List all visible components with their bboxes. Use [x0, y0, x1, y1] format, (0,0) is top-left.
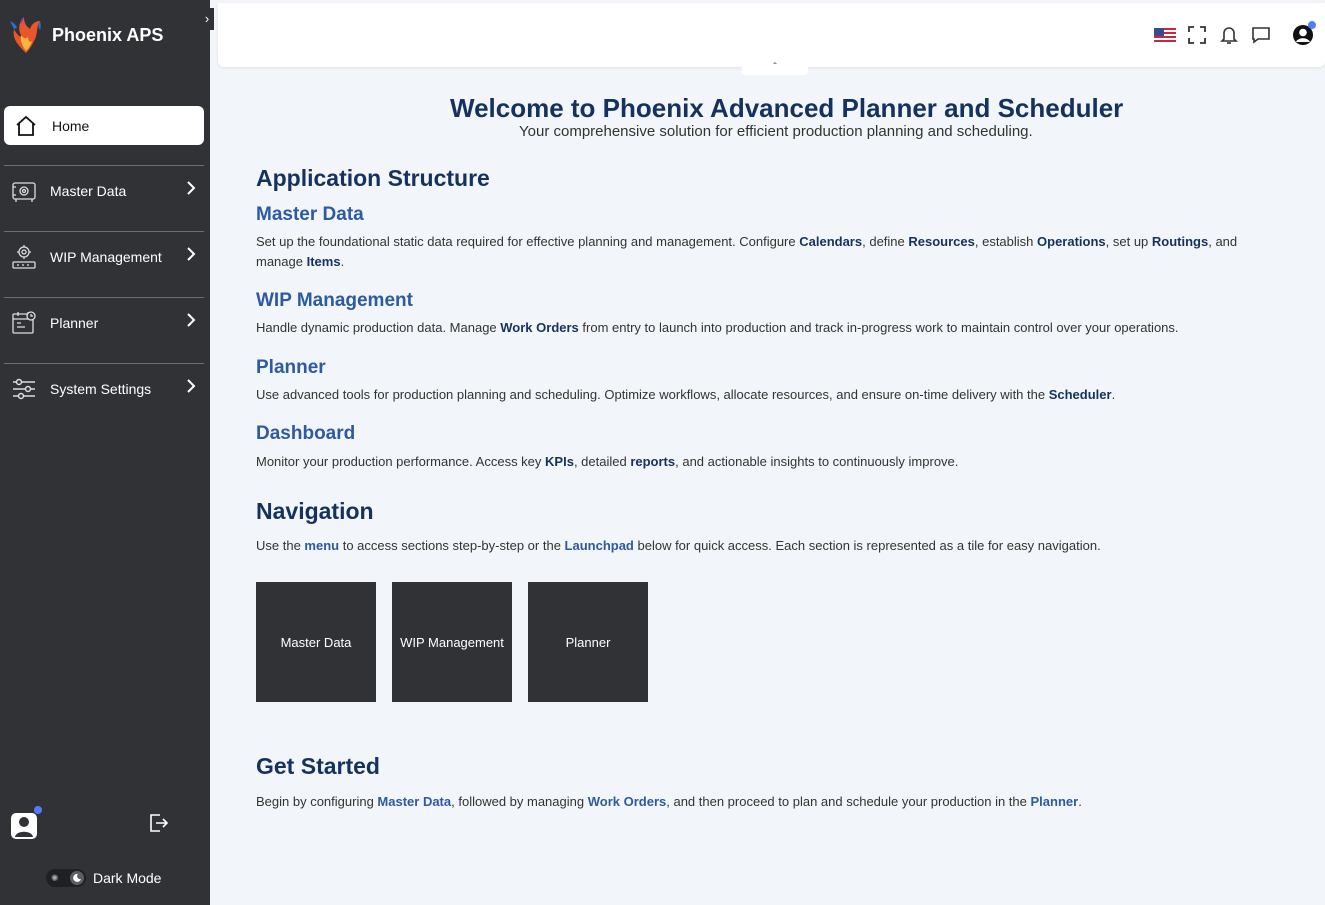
header-user-avatar[interactable] [1292, 21, 1316, 46]
chevron-right-icon [184, 247, 198, 266]
keyword-kpis: KPIs [545, 454, 574, 469]
chat-icon [1252, 27, 1270, 44]
top-bar [218, 3, 1325, 67]
tile-master-data[interactable]: Master Data [256, 582, 376, 702]
text: Handle dynamic production data. Manage [256, 320, 501, 335]
sidebar-item-wip-management[interactable]: WIP Management [4, 231, 204, 281]
dark-mode-toggle[interactable]: ✺ Dark Mode [46, 869, 161, 887]
wip-management-description: Handle dynamic production data. Manage W… [256, 318, 1286, 338]
fullscreen-button[interactable] [1186, 24, 1208, 46]
planner-description: Use advanced tools for production planni… [256, 385, 1286, 405]
chevron-right-icon [184, 379, 198, 398]
keyword-scheduler: Scheduler [1048, 387, 1112, 402]
keyword-work-orders: Work Orders [500, 320, 579, 335]
dark-mode-label: Dark Mode [93, 870, 162, 886]
navigation-heading: Navigation [256, 498, 374, 524]
planner-link[interactable]: Planner [1031, 794, 1079, 809]
master-data-description: Set up the foundational static data requ… [256, 232, 1286, 272]
user-avatar[interactable] [10, 806, 42, 840]
chevron-right-icon [184, 181, 198, 200]
keyword-routings: Routings [1151, 234, 1209, 249]
dashboard-description: Monitor your production performance. Acc… [256, 452, 1286, 472]
text: . [1111, 387, 1116, 402]
text: Begin by configuring [256, 794, 378, 809]
sidebar-item-label: Planner [50, 314, 99, 331]
dashboard-heading: Dashboard [256, 423, 356, 444]
fullscreen-icon [1188, 26, 1206, 44]
text: , define [862, 234, 909, 249]
messages-button[interactable] [1250, 24, 1272, 46]
sidebar-item-label: Master Data [50, 182, 127, 199]
text: . [340, 254, 345, 269]
logout-icon [150, 814, 169, 832]
master-data-icon [10, 177, 38, 205]
keyword-resources: Resources [908, 234, 975, 249]
text: Use the [256, 538, 305, 553]
sidebar-item-planner[interactable]: Planner [4, 297, 204, 347]
sidebar-item-label: WIP Management [50, 248, 162, 265]
text: Use advanced tools for production planni… [256, 387, 1049, 402]
wip-management-icon [10, 243, 38, 271]
text: below for quick access. Each section is … [633, 538, 1101, 553]
menu-link[interactable]: menu [304, 538, 339, 553]
notification-dot [34, 806, 42, 814]
text: to access sections step-by-step or the [339, 538, 565, 553]
get-started-description: Begin by configuring Master Data, follow… [256, 792, 1286, 812]
home-icon [12, 112, 40, 140]
sidebar-collapse-toggle[interactable]: › [200, 8, 214, 30]
text: Monitor your production performance. Acc… [256, 454, 546, 469]
logout-button[interactable] [146, 811, 172, 837]
text: , followed by managing [451, 794, 588, 809]
language-selector[interactable] [1154, 24, 1176, 46]
text: . [1078, 794, 1082, 809]
planner-heading: Planner [256, 357, 326, 378]
notification-dot [1308, 21, 1316, 29]
keyword-items: Items [306, 254, 341, 269]
sidebar-item-home[interactable]: Home [4, 106, 204, 145]
sidebar-item-system-settings[interactable]: System Settings [4, 363, 204, 413]
sidebar: Phoenix APS › Home Master Data WIP Manag… [0, 0, 214, 905]
sidebar-item-label: Home [52, 117, 90, 134]
phoenix-logo-icon [10, 17, 41, 53]
master-data-link[interactable]: Master Data [377, 794, 451, 809]
navigation-description: Use the menu to access sections step-by-… [256, 536, 1286, 556]
sidebar-item-master-data[interactable]: Master Data [4, 165, 204, 215]
text: , set up [1105, 234, 1152, 249]
page-title: Welcome to Phoenix Advanced Planner and … [450, 93, 1124, 123]
text: , detailed [573, 454, 631, 469]
us-flag-icon [1154, 28, 1176, 42]
application-structure-heading: Application Structure [256, 165, 490, 191]
tile-wip-management[interactable]: WIP Management [392, 582, 512, 702]
bell-icon [1220, 27, 1238, 44]
header-collapse-toggle[interactable]: ˆ [742, 63, 808, 75]
text: , establish [974, 234, 1038, 249]
brand[interactable]: Phoenix APS [8, 14, 163, 56]
master-data-heading: Master Data [256, 204, 364, 225]
sun-icon: ✺ [51, 873, 59, 883]
text: Set up the foundational static data requ… [256, 234, 800, 249]
toggle-switch[interactable]: ✺ [46, 869, 86, 887]
text: , and actionable insights to continuousl… [675, 454, 959, 469]
moon-icon [70, 871, 84, 885]
text: , and then proceed to plan and schedule … [666, 794, 1031, 809]
launchpad-link[interactable]: Launchpad [565, 538, 634, 553]
system-settings-icon [10, 375, 38, 403]
keyword-reports: reports [630, 454, 676, 469]
chevron-right-icon [184, 313, 198, 332]
tile-planner[interactable]: Planner [528, 582, 648, 702]
planner-icon [10, 309, 38, 337]
text: from entry to launch into production and… [578, 320, 1179, 335]
notifications-button[interactable] [1218, 24, 1240, 46]
wip-management-heading: WIP Management [256, 290, 413, 311]
work-orders-link[interactable]: Work Orders [588, 794, 667, 809]
keyword-calendars: Calendars [799, 234, 863, 249]
get-started-heading: Get Started [256, 753, 380, 779]
page-subtitle: Your comprehensive solution for efficien… [519, 123, 1033, 140]
sidebar-item-label: System Settings [50, 380, 152, 397]
app-name: Phoenix APS [52, 24, 164, 45]
user-icon [11, 813, 37, 839]
keyword-operations: Operations [1037, 234, 1106, 249]
